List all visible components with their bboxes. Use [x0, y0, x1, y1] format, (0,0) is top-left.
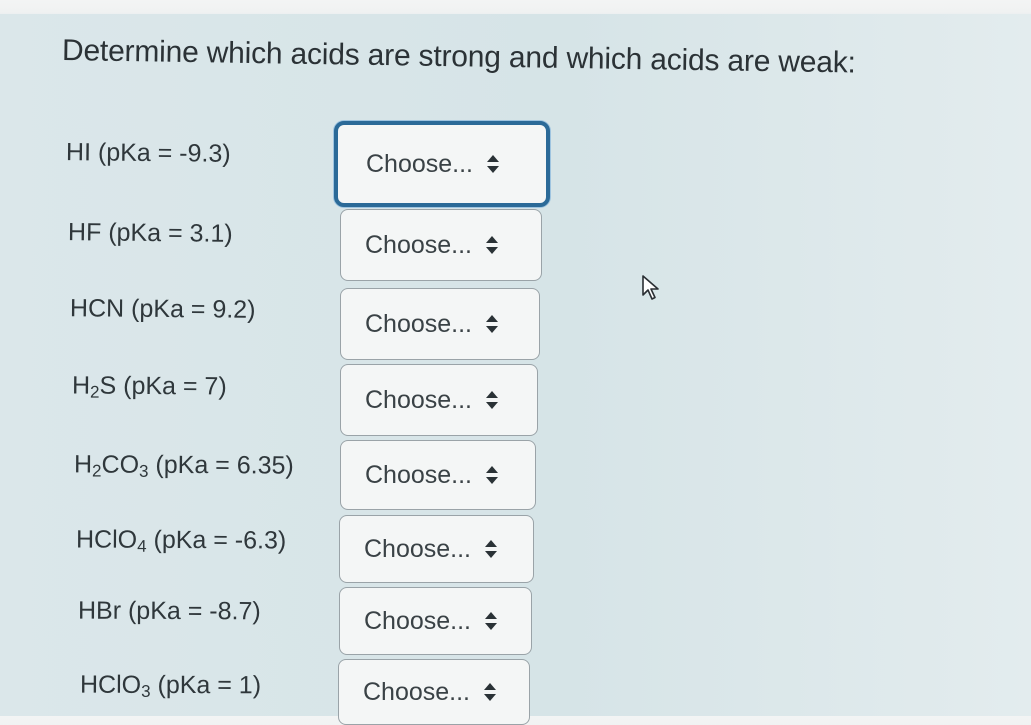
acid-label-hclo3: HClO3 (pKa = 1) [79, 670, 262, 701]
select-value: Choose... [365, 309, 473, 338]
acid-label-hcn: HCN (pKa = 9.2) [69, 294, 256, 324]
up-down-arrows-icon [486, 315, 499, 333]
up-down-arrows-icon [486, 391, 499, 409]
select-value: Choose... [365, 230, 473, 259]
acid-label-hf: HF (pKa = 3.1) [67, 218, 233, 248]
acid-label-hbr: HBr (pKa = -8.7) [77, 596, 261, 626]
select-hi-strength[interactable]: Choose... [334, 121, 550, 207]
acid-label-h2co3: H2CO3 (pKa = 6.35) [73, 450, 294, 481]
select-hbr-strength[interactable]: Choose... [339, 587, 532, 655]
select-value: Choose... [364, 534, 472, 563]
select-h2s-strength[interactable]: Choose... [340, 364, 538, 436]
select-hclo4-strength[interactable]: Choose... [339, 515, 534, 583]
select-value: Choose... [363, 677, 471, 706]
acid-label-h2s: H2S (pKa = 7) [71, 371, 227, 402]
up-down-arrows-icon [487, 155, 500, 173]
select-value: Choose... [364, 606, 472, 635]
up-down-arrows-icon [484, 683, 497, 701]
mouse-cursor-icon [642, 275, 659, 300]
select-h2co3-strength[interactable]: Choose... [340, 440, 536, 510]
up-down-arrows-icon [485, 540, 498, 558]
select-value: Choose... [366, 149, 474, 178]
select-hcn-strength[interactable]: Choose... [340, 288, 540, 360]
up-down-arrows-icon [486, 236, 499, 254]
select-value: Choose... [365, 460, 473, 489]
acid-label-hi: HI (pKa = -9.3) [65, 138, 231, 168]
acid-label-hclo4: HClO4 (pKa = -6.3) [75, 525, 287, 556]
select-value: Choose... [365, 385, 473, 414]
select-hf-strength[interactable]: Choose... [340, 209, 542, 281]
up-down-arrows-icon [485, 612, 498, 630]
up-down-arrows-icon [486, 466, 499, 484]
select-hclo3-strength[interactable]: Choose... [338, 659, 530, 725]
